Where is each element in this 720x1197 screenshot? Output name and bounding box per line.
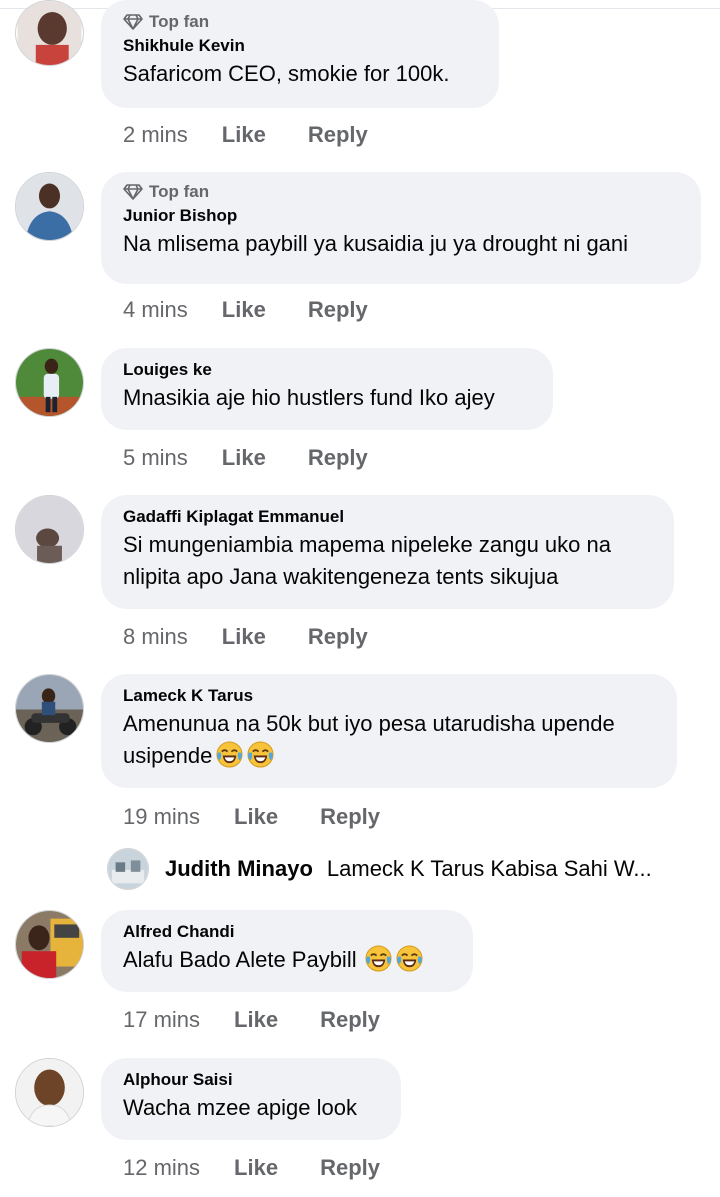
face-with-tears-of-joy-icon — [247, 741, 274, 768]
comment-text-line-2-text: usipende — [123, 743, 213, 768]
avatar-alfred-chandi[interactable] — [15, 910, 84, 979]
reply-button[interactable]: Reply — [308, 297, 368, 323]
commenter-name[interactable]: Alphour Saisi — [123, 1068, 379, 1092]
avatar-judith-minayo[interactable] — [107, 848, 149, 890]
face-with-tears-of-joy-icon — [365, 945, 392, 972]
face-with-tears-of-joy-icon — [396, 945, 423, 972]
avatar-alphour-saisi[interactable] — [15, 1058, 84, 1127]
like-button[interactable]: Like — [222, 122, 266, 148]
comment-text-line-1: Si mungeniambia mapema nipeleke zangu uk… — [123, 532, 611, 557]
reply-button[interactable]: Reply — [308, 122, 368, 148]
comment-actions: 19 mins Like Reply — [123, 802, 422, 832]
comment-actions: 2 mins Like Reply — [123, 120, 410, 150]
top-fan-badge[interactable]: Top fan — [123, 182, 679, 202]
comment-time[interactable]: 8 mins — [123, 624, 188, 650]
comment-text: Mnasikia aje hio hustlers fund Iko ajey — [123, 385, 495, 410]
comment-actions: 17 mins Like Reply — [123, 1005, 422, 1035]
reply-preview[interactable]: Judith Minayo Lameck K Tarus Kabisa Sahi… — [107, 848, 652, 890]
comment-text: Na mlisema paybill ya kusaidia ju ya dro… — [123, 231, 629, 256]
comment-actions: 8 mins Like Reply — [123, 622, 410, 652]
commenter-name[interactable]: Gadaffi Kiplagat Emmanuel — [123, 505, 652, 529]
comment-bubble: Louiges ke Mnasikia aje hio hustlers fun… — [101, 348, 553, 430]
reply-text: Lameck K Tarus Kabisa Sahi W... — [326, 856, 652, 881]
comment-time[interactable]: 2 mins — [123, 122, 188, 148]
like-button[interactable]: Like — [234, 1007, 278, 1033]
comment-time[interactable]: 12 mins — [123, 1155, 200, 1181]
comment-bubble: Gadaffi Kiplagat Emmanuel Si mungeniambi… — [101, 495, 674, 609]
like-button[interactable]: Like — [234, 804, 278, 830]
commenter-name[interactable]: Shikhule Kevin — [123, 34, 477, 58]
comment-text: Safaricom CEO, smokie for 100k. — [123, 61, 450, 86]
commenter-name[interactable]: Alfred Chandi — [123, 920, 451, 944]
like-button[interactable]: Like — [234, 1155, 278, 1181]
comment-bubble: Alfred Chandi Alafu Bado Alete Paybill — [101, 910, 473, 992]
commenter-name[interactable]: Louiges ke — [123, 358, 531, 382]
like-button[interactable]: Like — [222, 445, 266, 471]
avatar-louiges-ke[interactable] — [15, 348, 84, 417]
comment-text: Wacha mzee apige look — [123, 1095, 357, 1120]
comment-bubble: Top fan Shikhule Kevin Safaricom CEO, sm… — [101, 0, 499, 108]
face-with-tears-of-joy-icon — [216, 741, 243, 768]
comment-text-line-2: nlipita apo Jana wakitengeneza tents sik… — [123, 564, 559, 589]
avatar-junior-bishop[interactable] — [15, 172, 84, 241]
avatar-gadaffi-kiplagat[interactable] — [15, 495, 84, 564]
like-button[interactable]: Like — [222, 297, 266, 323]
diamond-icon — [123, 14, 143, 30]
comment-bubble: Alphour Saisi Wacha mzee apige look — [101, 1058, 401, 1140]
comment-text: Alafu Bado Alete Paybill — [123, 944, 451, 976]
top-fan-label: Top fan — [149, 182, 210, 201]
comment-actions: 5 mins Like Reply — [123, 443, 410, 473]
like-button[interactable]: Like — [222, 624, 266, 650]
comment-time[interactable]: 4 mins — [123, 297, 188, 323]
comment-time[interactable]: 19 mins — [123, 804, 200, 830]
top-fan-label: Top fan — [149, 12, 210, 31]
reply-button[interactable]: Reply — [320, 804, 380, 830]
reply-button[interactable]: Reply — [308, 624, 368, 650]
top-fan-badge[interactable]: Top fan — [123, 12, 477, 32]
comment-bubble: Top fan Junior Bishop Na mlisema paybill… — [101, 172, 701, 284]
comment-text-line-2: usipende — [123, 740, 655, 772]
reply-button[interactable]: Reply — [320, 1155, 380, 1181]
commenter-name[interactable]: Lameck K Tarus — [123, 684, 655, 708]
avatar-shikhule-kevin[interactable] — [15, 0, 84, 66]
avatar-lameck-k-tarus[interactable] — [15, 674, 84, 743]
diamond-icon — [123, 184, 143, 200]
comment-text-content: Alafu Bado Alete Paybill — [123, 947, 357, 972]
reply-button[interactable]: Reply — [308, 445, 368, 471]
commenter-name[interactable]: Junior Bishop — [123, 204, 679, 228]
comment-time[interactable]: 17 mins — [123, 1007, 200, 1033]
comment-time[interactable]: 5 mins — [123, 445, 188, 471]
comment-actions: 4 mins Like Reply — [123, 295, 410, 325]
comment-bubble: Lameck K Tarus Amenunua na 50k but iyo p… — [101, 674, 677, 788]
comment-actions: 12 mins Like Reply — [123, 1153, 422, 1183]
reply-author-name[interactable]: Judith Minayo — [165, 856, 313, 882]
comment-text-line-1: Amenunua na 50k but iyo pesa utarudisha … — [123, 711, 615, 736]
reply-button[interactable]: Reply — [320, 1007, 380, 1033]
